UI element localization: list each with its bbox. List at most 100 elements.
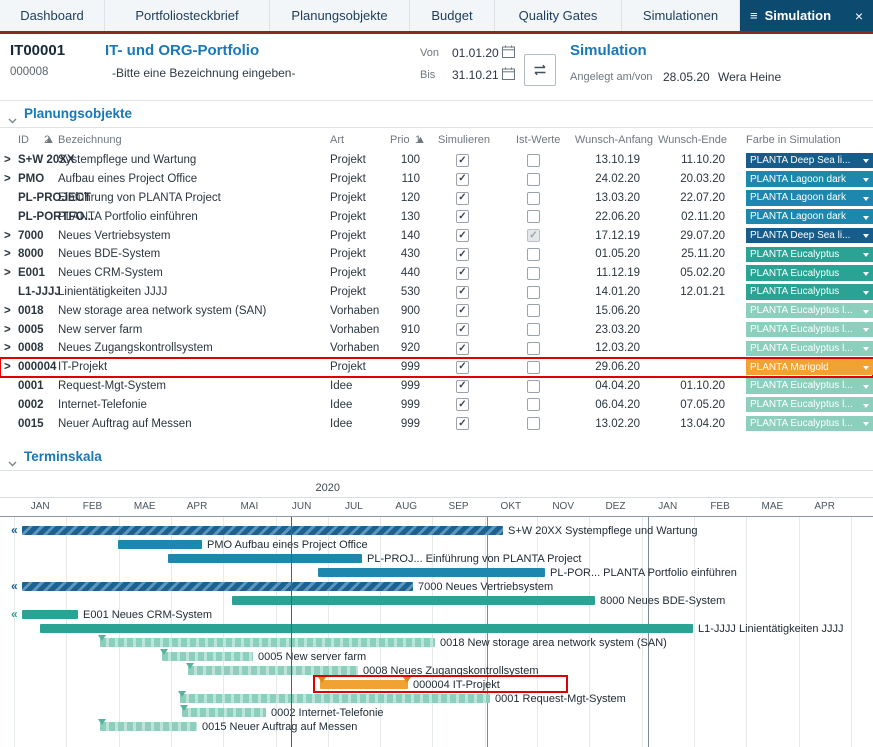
ist-werte-checkbox[interactable] [527,304,540,317]
color-dropdown[interactable]: PLANTA Lagoon dark [746,190,873,206]
color-dropdown[interactable]: PLANTA Eucalyptus l... [746,322,873,338]
color-dropdown[interactable]: PLANTA Eucalyptus [746,284,873,300]
col-header-ist-werte[interactable]: Ist-Werte [516,134,560,146]
ist-werte-checkbox[interactable] [527,248,540,261]
simulieren-checkbox[interactable] [456,380,469,393]
gantt-bar-7000-neues-vertriebsystem[interactable] [22,582,413,591]
calendar-icon[interactable] [502,45,515,58]
recalculate-button[interactable] [524,54,556,86]
simulieren-checkbox[interactable] [456,398,469,411]
cell-id[interactable]: E001 [18,264,45,283]
tab-planungsobjekte[interactable]: Planungsobjekte [270,0,410,31]
ist-werte-checkbox[interactable] [527,323,540,336]
expander-icon[interactable]: > [4,320,14,339]
simulieren-checkbox[interactable] [456,192,469,205]
ist-werte-checkbox[interactable] [527,229,540,242]
ist-werte-checkbox[interactable] [527,380,540,393]
expander-icon[interactable]: > [4,301,14,320]
table-row-8000[interactable]: >8000Neues BDE-SystemProjekt43001.05.202… [0,245,873,264]
simulieren-checkbox[interactable] [456,417,469,430]
cell-id[interactable]: 000004 [18,358,56,377]
simulieren-checkbox[interactable] [456,304,469,317]
col-header-art[interactable]: Art [330,134,344,146]
cell-id[interactable]: PMO [18,170,44,189]
color-dropdown[interactable]: PLANTA Deep Sea li... [746,228,873,244]
col-header-farbe[interactable]: Farbe in Simulation [746,134,841,146]
color-dropdown[interactable]: PLANTA Lagoon dark [746,171,873,187]
gantt-bar-8000-neues-bde-system[interactable] [232,596,595,605]
color-dropdown[interactable]: PLANTA Marigold [746,359,873,375]
color-dropdown[interactable]: PLANTA Deep Sea li... [746,153,873,169]
table-row-0002[interactable]: 0002Internet-TelefonieIdee99906.04.2007.… [0,395,873,414]
cell-id[interactable]: 7000 [18,226,44,245]
table-row-pl-project[interactable]: PL-PROJECTEinführung von PLANTA ProjectP… [0,189,873,208]
von-date-field[interactable]: 01.01.20 [452,46,499,60]
tab-portfoliosteckbrief[interactable]: Portfoliosteckbrief [105,0,270,31]
col-header-id[interactable]: ID [18,134,29,146]
expander-icon[interactable]: > [4,245,14,264]
color-dropdown[interactable]: PLANTA Eucalyptus l... [746,416,873,432]
ist-werte-checkbox[interactable] [527,286,540,299]
simulieren-checkbox[interactable] [456,248,469,261]
ist-werte-checkbox[interactable] [527,398,540,411]
simulieren-checkbox[interactable] [456,173,469,186]
table-row-e001[interactable]: >E001Neues CRM-SystemProjekt44011.12.190… [0,264,873,283]
table-row-l1-jjjj[interactable]: L1-JJJJLinientätigkeiten JJJJProjekt5301… [0,283,873,302]
color-dropdown[interactable]: PLANTA Eucalyptus [746,265,873,281]
portfolio-subtitle[interactable]: -Bitte eine Bezeichnung eingeben- [112,66,295,80]
gantt-bar-0001-request-mgt-system[interactable] [180,694,490,703]
ist-werte-checkbox[interactable] [527,173,540,186]
table-row-pmo[interactable]: >PMOAufbau eines Project OfficeProjekt11… [0,170,873,189]
table-row-000004[interactable]: >000004IT-ProjektProjekt99929.06.20PLANT… [0,358,873,377]
expander-icon[interactable]: > [4,170,14,189]
tab-simulation-active[interactable]: ≡ Simulation × [740,0,873,31]
cell-id[interactable]: 0001 [18,377,44,396]
gantt-bar-pl-por-planta-portfolio-einführen[interactable] [318,568,545,577]
cell-id[interactable]: 0015 [18,414,44,433]
simulieren-checkbox[interactable] [456,267,469,280]
simulieren-checkbox[interactable] [456,342,469,355]
col-header-wunsch-ende[interactable]: Wunsch-Ende [648,134,727,146]
color-dropdown[interactable]: PLANTA Eucalyptus l... [746,341,873,357]
ist-werte-checkbox[interactable] [527,361,540,374]
color-dropdown[interactable]: PLANTA Lagoon dark [746,209,873,225]
table-row-0018[interactable]: >0018New storage area network system (SA… [0,301,873,320]
col-header-simulieren[interactable]: Simulieren [438,134,490,146]
ist-werte-checkbox[interactable] [527,192,540,205]
table-row-0001[interactable]: 0001Request-Mgt-SystemIdee99904.04.2001.… [0,377,873,396]
simulieren-checkbox[interactable] [456,210,469,223]
gantt-bar-l1-jjjj-linientätigkeiten-jjjj[interactable] [40,624,693,633]
gantt-bar-e001-neues-crm-system[interactable] [22,610,78,619]
bis-date-field[interactable]: 31.10.21 [452,68,499,82]
cell-id[interactable]: 0008 [18,339,44,358]
gantt-bar-0015-neuer-auftrag-auf-messen[interactable] [100,722,197,731]
simulieren-checkbox[interactable] [456,361,469,374]
tab-budget[interactable]: Budget [410,0,495,31]
gantt-bar-0018-new-storage-area-network-system-san[interactable] [100,638,435,647]
expander-icon[interactable]: > [4,226,14,245]
gantt-bar-0002-internet-telefonie[interactable] [182,708,266,717]
simulieren-checkbox[interactable] [456,323,469,336]
cell-id[interactable]: 0005 [18,320,44,339]
ist-werte-checkbox[interactable] [527,210,540,223]
simulieren-checkbox[interactable] [456,286,469,299]
color-dropdown[interactable]: PLANTA Eucalyptus [746,247,873,263]
ist-werte-checkbox[interactable] [527,267,540,280]
ist-werte-checkbox[interactable] [527,417,540,430]
section-planungsobjekte[interactable]: Planungsobjekte [0,105,873,127]
color-dropdown[interactable]: PLANTA Eucalyptus l... [746,303,873,319]
gantt-bar-0005-new-server-farm[interactable] [162,652,253,661]
simulieren-checkbox[interactable] [456,154,469,167]
tab-simulationen[interactable]: Simulationen [622,0,740,31]
ist-werte-checkbox[interactable] [527,342,540,355]
expander-icon[interactable]: > [4,358,14,377]
expander-icon[interactable]: > [4,151,14,170]
table-row-0008[interactable]: >0008Neues ZugangskontrollsystemVorhaben… [0,339,873,358]
col-header-prio[interactable]: Prio [390,134,410,146]
gantt-bar-pmo-aufbau-eines-project-office[interactable] [118,540,202,549]
col-header-wunsch-anfang[interactable]: Wunsch-Anfang [560,134,653,146]
ist-werte-checkbox[interactable] [527,154,540,167]
expander-icon[interactable]: > [4,339,14,358]
color-dropdown[interactable]: PLANTA Eucalyptus l... [746,397,873,413]
table-row-pl-portfo[interactable]: PL-PORTFO...PLANTA Portfolio einführenPr… [0,207,873,226]
